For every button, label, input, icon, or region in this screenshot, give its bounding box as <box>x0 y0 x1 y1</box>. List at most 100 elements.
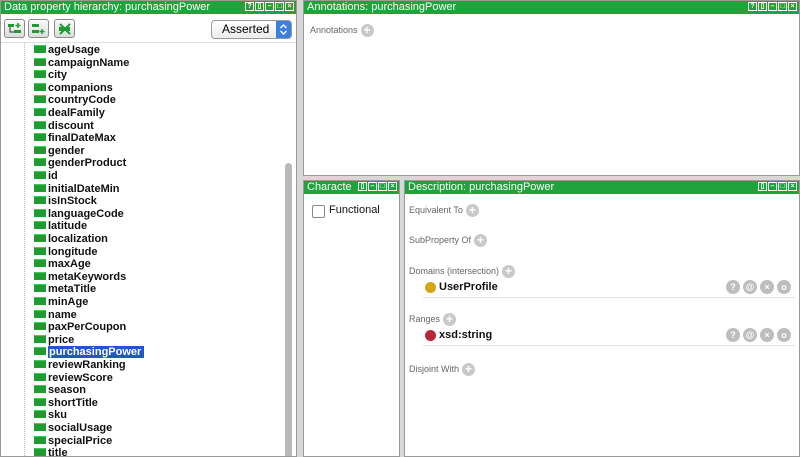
add-subproperty-button[interactable] <box>4 19 25 38</box>
hierarchy-title-bar: Data property hierarchy: purchasingPower… <box>1 1 296 14</box>
tree-item-initialDateMin[interactable]: initialDateMin <box>34 183 120 196</box>
tree-item-minAge[interactable]: minAge <box>34 296 88 309</box>
split-button[interactable]: ▯ <box>758 2 767 11</box>
split-button[interactable]: ▯ <box>358 182 367 191</box>
tree-item-countryCode[interactable]: countryCode <box>34 94 116 107</box>
tree-item-name[interactable]: name <box>34 309 77 322</box>
tree-item-socialUsage[interactable]: socialUsage <box>34 422 112 435</box>
tree-item-label: purchasingPower <box>48 346 145 359</box>
edit-icon[interactable]: o <box>777 328 791 342</box>
data-property-icon <box>34 284 46 293</box>
maximize-button[interactable]: □ <box>778 182 787 191</box>
chevron-up-down-icon <box>280 24 287 35</box>
characteristics-title: Characte <box>307 181 352 193</box>
tree-item-companions[interactable]: companions <box>34 82 113 95</box>
data-property-icon <box>34 435 46 444</box>
tree-item-label: title <box>48 447 68 457</box>
domain-entry[interactable]: UserProfile ? @ × o <box>423 280 795 298</box>
tree-item-title[interactable]: title <box>34 447 68 457</box>
close-button[interactable]: × <box>285 2 294 11</box>
delete-icon[interactable]: × <box>760 280 774 294</box>
tree-item-genderProduct[interactable]: genderProduct <box>34 157 126 170</box>
close-button[interactable]: × <box>788 182 797 191</box>
tree-item-label: finalDateMax <box>48 132 116 145</box>
annotate-icon[interactable]: @ <box>743 328 757 342</box>
help-button[interactable]: ? <box>748 2 757 11</box>
tree-item-metaKeywords[interactable]: metaKeywords <box>34 271 126 284</box>
tree-item-discount[interactable]: discount <box>34 120 94 133</box>
tree-item-purchasingPower[interactable]: purchasingPower <box>34 346 145 359</box>
tree-item-label: localization <box>48 233 108 245</box>
edit-icon[interactable]: o <box>777 280 791 294</box>
tree-item-id[interactable]: id <box>34 170 58 183</box>
tree-item-shortTitle[interactable]: shortTitle <box>34 397 98 410</box>
characteristics-title-buttons: ▯ – □ × <box>358 182 397 191</box>
ranges-section: Ranges + <box>409 313 457 326</box>
split-button[interactable]: ▯ <box>255 2 264 11</box>
hierarchy-title-buttons: ? ▯ – □ × <box>245 2 294 11</box>
explain-icon[interactable]: ? <box>726 328 740 342</box>
minimize-button[interactable]: – <box>368 182 377 191</box>
tree-item-finalDateMax[interactable]: finalDateMax <box>34 132 116 145</box>
view-mode-select[interactable]: Asserted <box>211 20 292 39</box>
equivalent-to-section: Equivalent To + <box>409 204 479 217</box>
data-property-icon <box>34 171 46 180</box>
tree-item-sku[interactable]: sku <box>34 409 67 422</box>
tree-item-label: socialUsage <box>48 422 113 434</box>
annotate-icon[interactable]: @ <box>743 280 757 294</box>
tree-item-ageUsage[interactable]: ageUsage <box>34 44 100 57</box>
minimize-button[interactable]: – <box>265 2 274 11</box>
tree-item-latitude[interactable]: latitude <box>34 220 87 233</box>
tree-item-dealFamily[interactable]: dealFamily <box>34 107 105 120</box>
close-button[interactable]: × <box>788 2 797 11</box>
tree-item-label: reviewScore <box>48 371 113 384</box>
explain-icon[interactable]: ? <box>726 280 740 294</box>
add-sibling-property-button[interactable] <box>28 19 49 38</box>
tree-item-label: genderProduct <box>48 157 127 170</box>
tree-item-label: initialDateMin <box>48 182 120 195</box>
help-button[interactable]: ? <box>245 2 254 11</box>
minimize-button[interactable]: – <box>768 2 777 11</box>
tree-item-specialPrice[interactable]: specialPrice <box>34 435 112 448</box>
add-superproperty-icon[interactable]: + <box>474 234 488 247</box>
tree-item-isInStock[interactable]: isInStock <box>34 195 97 208</box>
add-annotation-icon[interactable]: + <box>360 24 374 37</box>
delete-icon[interactable]: × <box>760 328 774 342</box>
range-entry[interactable]: xsd:string ? @ × o <box>423 328 795 346</box>
data-property-icon <box>34 410 46 419</box>
tree-item-reviewScore[interactable]: reviewScore <box>34 372 113 385</box>
annotations-title: Annotations: purchasingPower <box>307 1 457 13</box>
delete-property-button[interactable] <box>54 19 75 38</box>
tree-item-maxAge[interactable]: maxAge <box>34 258 91 271</box>
add-equivalent-icon[interactable]: + <box>465 204 479 217</box>
tree-item-gender[interactable]: gender <box>34 145 85 158</box>
maximize-button[interactable]: □ <box>778 2 787 11</box>
range-value: xsd:string <box>439 329 493 341</box>
maximize-button[interactable]: □ <box>378 182 387 191</box>
tree-item-reviewRanking[interactable]: reviewRanking <box>34 359 126 372</box>
add-domain-icon[interactable]: + <box>502 265 516 278</box>
tree-item-label: dealFamily <box>48 107 105 119</box>
split-button[interactable]: ▯ <box>758 182 767 191</box>
tree-item-paxPerCoupon[interactable]: paxPerCoupon <box>34 321 126 334</box>
tree-item-metaTitle[interactable]: metaTitle <box>34 283 96 296</box>
tree-item-label: reviewRanking <box>48 359 126 371</box>
tree-item-languageCode[interactable]: languageCode <box>34 208 124 221</box>
tree-item-price[interactable]: price <box>34 334 74 347</box>
data-property-icon <box>34 95 46 104</box>
tree-item-label: ageUsage <box>48 44 100 56</box>
tree-item-longitude[interactable]: longitude <box>34 246 98 259</box>
tree-scrollbar[interactable] <box>284 43 293 456</box>
tree-item-localization[interactable]: localization <box>34 233 108 246</box>
tree-item-label: discount <box>48 119 94 132</box>
minimize-button[interactable]: – <box>768 182 777 191</box>
tree-item-campaignName[interactable]: campaignName <box>34 57 129 70</box>
maximize-button[interactable]: □ <box>275 2 284 11</box>
functional-checkbox[interactable] <box>312 205 325 218</box>
add-range-icon[interactable]: + <box>443 313 457 326</box>
tree-item-season[interactable]: season <box>34 384 86 397</box>
close-button[interactable]: × <box>388 182 397 191</box>
add-disjoint-icon[interactable]: + <box>462 363 476 376</box>
scrollbar-thumb[interactable] <box>285 163 292 456</box>
tree-item-city[interactable]: city <box>34 69 67 82</box>
